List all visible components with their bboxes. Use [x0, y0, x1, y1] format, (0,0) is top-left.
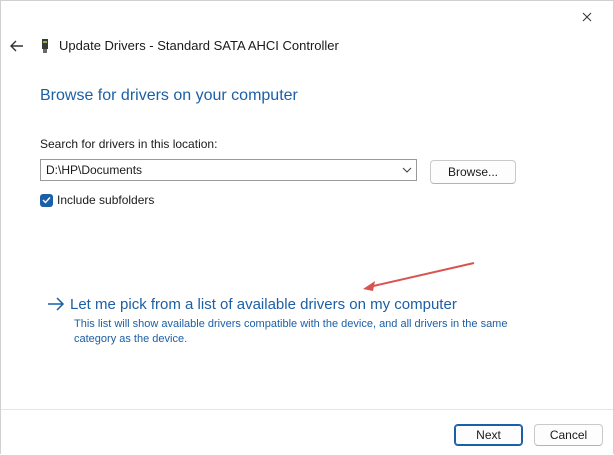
right-arrow-icon: [48, 297, 65, 311]
path-combobox[interactable]: D:\HP\Documents: [40, 159, 417, 181]
pick-driver-description: This list will show available drivers co…: [74, 318, 508, 345]
search-location-label: Search for drivers in this location:: [40, 137, 218, 151]
page-heading: Browse for drivers on your computer: [40, 87, 298, 104]
close-icon: [582, 12, 592, 22]
window-title: Update Drivers - Standard SATA AHCI Cont…: [59, 38, 339, 53]
device-icon: [42, 39, 48, 53]
include-subfolders-row[interactable]: Include subfolders: [40, 192, 154, 208]
next-button[interactable]: Next: [454, 424, 523, 446]
annotation-arrow-icon: [363, 262, 475, 291]
path-value: D:\HP\Documents: [46, 163, 143, 177]
pick-driver-link-text[interactable]: Let me pick from a list of available dri…: [70, 296, 457, 313]
cancel-button[interactable]: Cancel: [534, 424, 603, 446]
browse-button[interactable]: Browse...: [430, 160, 516, 184]
dialog-header: Update Drivers - Standard SATA AHCI Cont…: [1, 33, 613, 59]
chevron-down-icon[interactable]: [402, 166, 412, 174]
include-subfolders-checkbox[interactable]: [40, 193, 53, 207]
close-button[interactable]: [575, 7, 599, 27]
back-arrow-icon: [10, 40, 23, 52]
back-button[interactable]: [7, 36, 27, 56]
include-subfolders-label: Include subfolders: [57, 193, 155, 207]
dialog-footer: Next Cancel: [1, 409, 613, 454]
update-drivers-window: Update Drivers - Standard SATA AHCI Cont…: [0, 0, 614, 454]
checkmark-icon: [42, 197, 51, 204]
pick-driver-link[interactable]: Let me pick from a list of available dri…: [46, 294, 457, 314]
